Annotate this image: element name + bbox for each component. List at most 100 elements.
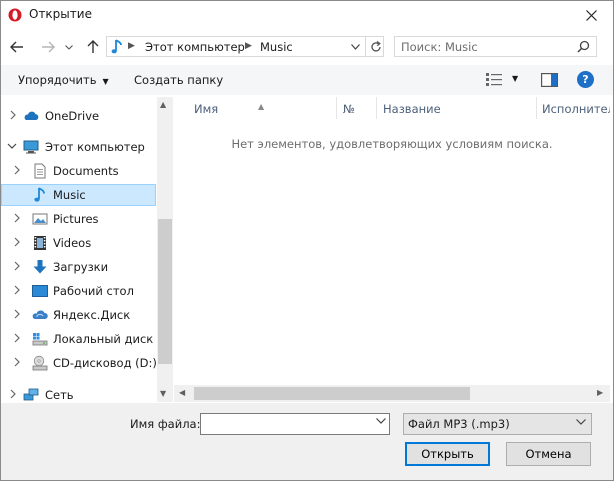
help-icon[interactable]: ? [577,71,594,88]
sidebar-item-label: OneDrive [45,109,100,123]
sidebar-scrollbar[interactable]: ▲ ▼ [157,97,173,402]
sidebar-scrollbar-thumb[interactable] [158,219,172,364]
scroll-left-icon[interactable]: ◀ [179,388,185,397]
navigation-pane: OneDrive Этот компьютер Documents Music [1,97,173,402]
empty-folder-message: Нет элементов, удовлетворяющих условиям … [231,137,553,151]
chevron-down-icon[interactable] [7,141,17,151]
sort-ascending-icon: ▲ [258,102,265,111]
new-folder-button[interactable]: Создать папку [134,73,223,87]
sidebar-item-label: Pictures [53,212,99,226]
address-bar[interactable]: ▶ Этот компьютер ▶ Music [106,36,384,57]
navigation-bar: ▶ Этот компьютер ▶ Music [1,33,613,61]
caret-down-icon: ▼ [102,77,109,86]
horizontal-scrollbar-thumb[interactable] [194,387,470,400]
sidebar-item-label: Рабочий стол [53,284,134,298]
sidebar-item-onedrive[interactable]: OneDrive [1,105,156,127]
column-header-label: Имя [194,102,219,116]
preview-pane-icon[interactable] [541,73,558,87]
sidebar-item-downloads[interactable]: Загрузки [1,256,156,278]
chevron-down-icon [65,44,73,50]
sidebar-item-music[interactable]: Music [1,184,156,206]
cancel-button[interactable]: Отмена [506,442,591,466]
close-icon [585,9,597,21]
computer-icon [23,140,39,154]
sidebar-item-network[interactable]: Сеть [1,384,156,402]
cd-drive-icon [32,355,48,371]
chevron-down-icon [350,43,360,50]
opera-logo-icon [8,8,22,22]
sidebar-item-documents[interactable]: Documents [1,160,156,182]
open-button[interactable]: Открыть [405,442,490,466]
command-toolbar: Упорядочить ▼ Создать папку ▼ ? [1,65,613,95]
sidebar-item-desktop[interactable]: Рабочий стол [1,280,156,302]
sidebar-item-label: Сеть [45,388,74,402]
refresh-icon [370,40,381,52]
breadcrumb-this-pc[interactable]: Этот компьютер [145,40,245,54]
sidebar-item-videos[interactable]: Videos [1,232,156,254]
breadcrumb-separator-icon: ▶ [128,41,135,51]
up-button[interactable] [83,37,103,57]
search-icon[interactable] [577,40,590,53]
refresh-button[interactable] [365,37,385,56]
chevron-right-icon[interactable] [12,261,22,271]
chevron-right-icon[interactable] [8,389,18,399]
music-note-icon [111,39,122,54]
sidebar-item-pictures[interactable]: Pictures [1,208,156,230]
filename-label: Имя файла: [130,417,201,431]
sidebar-item-cd-drive-d[interactable]: CD-дисковод (D:) [1,352,157,374]
open-file-dialog: Открытие ▶ Этот компьютер ▶ Music Поиск:… [0,0,614,481]
cloud-icon [24,111,39,120]
desktop-icon [32,285,48,297]
chevron-right-icon[interactable] [12,285,22,295]
sidebar-item-label: Documents [53,164,119,178]
breadcrumb-separator-icon: ▶ [245,41,252,51]
scroll-right-icon[interactable]: ▶ [597,388,603,397]
view-options-caret-icon[interactable]: ▼ [512,74,518,83]
forward-button[interactable] [38,37,58,57]
search-box[interactable] [394,36,597,57]
scroll-down-icon[interactable]: ▼ [160,389,166,398]
chevron-right-icon[interactable] [12,309,22,319]
organize-menu-button[interactable]: Упорядочить ▼ [18,73,109,87]
documents-icon [34,163,46,179]
back-button[interactable] [7,37,27,57]
sidebar-item-this-pc[interactable]: Этот компьютер [1,136,156,158]
arrow-up-icon [87,40,99,53]
breadcrumb-music[interactable]: Music [260,40,293,54]
address-history-button[interactable] [346,37,364,56]
chevron-right-icon[interactable] [12,333,22,343]
filetype-select[interactable]: Файл MP3 (.mp3) [403,413,592,435]
column-header-track-number[interactable]: № [337,97,377,119]
chevron-right-icon[interactable] [12,165,22,175]
filename-combobox[interactable] [200,413,390,435]
close-button[interactable] [569,1,613,29]
file-list-horizontal-scrollbar[interactable]: ◀ ▶ [174,385,610,402]
column-header-title[interactable]: Название [377,97,537,119]
column-header-label: Название [383,102,441,116]
videos-icon [34,236,46,250]
sidebar-item-label: Videos [53,236,92,250]
chevron-right-icon[interactable] [8,110,18,120]
recent-locations-button[interactable] [62,37,76,57]
chevron-right-icon[interactable] [12,357,22,367]
pictures-icon [32,213,48,225]
view-list-icon[interactable] [486,73,502,86]
dialog-footer: Имя файла: Файл MP3 (.mp3) Открыть Отмен… [1,403,613,480]
column-header-label: Исполнитель [542,102,610,116]
column-header-artist[interactable]: Исполнитель [537,97,610,119]
chevron-down-icon [576,419,586,425]
file-list[interactable]: ▲ Имя № Название Исполнитель Нет элемент… [174,97,610,402]
column-header-name[interactable]: ▲ Имя [174,97,337,119]
chevron-right-icon[interactable] [12,213,22,223]
sidebar-item-yandex-disk[interactable]: Яндекс.Диск [1,304,156,326]
filename-input[interactable] [204,416,364,432]
organize-label: Упорядочить [18,73,97,87]
sidebar-item-label: CD-дисковод (D:) [53,356,157,370]
sidebar-item-local-disk-c[interactable]: Локальный диск (C [1,328,169,350]
chevron-right-icon[interactable] [12,237,22,247]
search-input[interactable] [401,39,571,54]
scroll-up-icon[interactable]: ▲ [160,100,166,109]
arrow-right-icon [42,41,55,53]
chevron-down-icon[interactable] [376,418,386,424]
sidebar-item-label: Music [53,188,86,202]
